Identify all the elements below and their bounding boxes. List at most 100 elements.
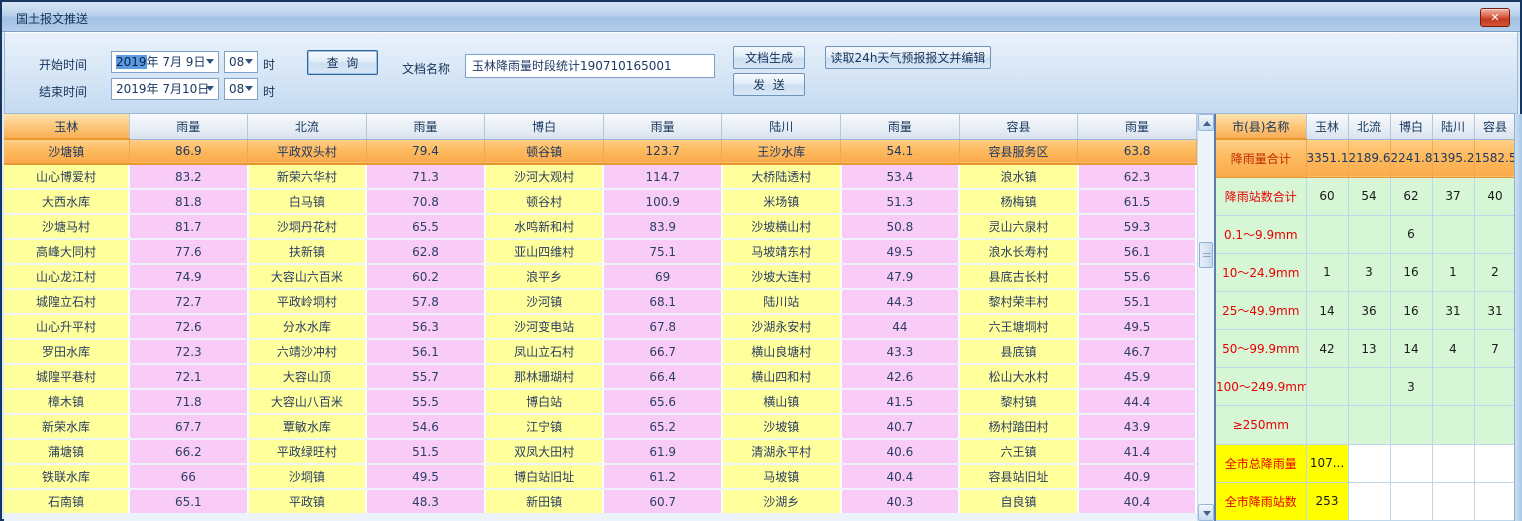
station-name-cell[interactable]: 沙河镇 — [485, 289, 604, 314]
rain-value-cell[interactable]: 46.7 — [1078, 339, 1197, 364]
rain-value-cell[interactable]: 71.3 — [366, 164, 485, 189]
rain-value-cell[interactable]: 61.9 — [603, 439, 722, 464]
rain-value-cell[interactable]: 56.3 — [366, 314, 485, 339]
station-name-cell[interactable]: 大西水库 — [4, 189, 129, 214]
summary-header-label[interactable]: 市(县)名称 — [1216, 114, 1306, 139]
rain-value-cell[interactable]: 86.9 — [129, 139, 248, 164]
station-name-cell[interactable]: 城隍立石村 — [4, 289, 129, 314]
station-name-cell[interactable]: 石南镇 — [4, 489, 129, 514]
rain-value-cell[interactable]: 69 — [603, 264, 722, 289]
station-name-cell[interactable]: 杨村踏田村 — [959, 414, 1078, 439]
rain-value-cell[interactable]: 65.1 — [129, 489, 248, 514]
rain-value-cell[interactable]: 60.7 — [603, 489, 722, 514]
station-name-cell[interactable]: 王沙水库 — [722, 139, 841, 164]
close-button[interactable]: ✕ — [1480, 8, 1510, 27]
column-header-city[interactable]: 容县 — [959, 114, 1078, 139]
station-name-cell[interactable]: 容县服务区 — [959, 139, 1078, 164]
station-name-cell[interactable]: 双凤大田村 — [485, 439, 604, 464]
station-name-cell[interactable]: 博白站旧址 — [485, 464, 604, 489]
rain-value-cell[interactable]: 51.5 — [366, 439, 485, 464]
station-name-cell[interactable]: 六王塘垌村 — [959, 314, 1078, 339]
rain-value-cell[interactable]: 54.6 — [366, 414, 485, 439]
rain-value-cell[interactable]: 83.9 — [603, 214, 722, 239]
summary-row[interactable]: 降雨站数合计6054623740 — [1216, 177, 1516, 215]
station-name-cell[interactable]: 县底古长村 — [959, 264, 1078, 289]
station-name-cell[interactable]: 水鸣新和村 — [485, 214, 604, 239]
summary-header-city[interactable]: 容县 — [1474, 114, 1516, 139]
rain-value-cell[interactable]: 40.4 — [1078, 489, 1197, 514]
rain-value-cell[interactable]: 55.6 — [1078, 264, 1197, 289]
rain-value-cell[interactable]: 56.1 — [366, 339, 485, 364]
rain-value-cell[interactable]: 40.3 — [841, 489, 960, 514]
station-name-cell[interactable]: 浪水镇 — [959, 164, 1078, 189]
station-name-cell[interactable]: 扶新镇 — [248, 239, 367, 264]
query-button[interactable]: 查 询 — [307, 50, 378, 75]
station-name-cell[interactable]: 马坡镇 — [722, 464, 841, 489]
rain-value-cell[interactable]: 55.5 — [366, 389, 485, 414]
summary-header-city[interactable]: 玉林 — [1306, 114, 1348, 139]
station-name-cell[interactable]: 亚山四维村 — [485, 239, 604, 264]
rain-value-cell[interactable]: 67.7 — [129, 414, 248, 439]
rain-value-cell[interactable]: 59.3 — [1078, 214, 1197, 239]
rain-value-cell[interactable]: 48.3 — [366, 489, 485, 514]
rain-value-cell[interactable]: 66 — [129, 464, 248, 489]
rain-value-cell[interactable]: 74.9 — [129, 264, 248, 289]
station-name-cell[interactable]: 米场镇 — [722, 189, 841, 214]
rain-value-cell[interactable]: 53.4 — [841, 164, 960, 189]
table-row[interactable]: 罗田水库72.3六靖沙冲村56.1凤山立石村66.7横山良塘村43.3县底镇46… — [4, 339, 1196, 364]
station-name-cell[interactable]: 平政镇 — [248, 489, 367, 514]
station-name-cell[interactable]: 灵山六泉村 — [959, 214, 1078, 239]
summary-row[interactable]: 100～249.9mm3 — [1216, 368, 1516, 406]
rain-value-cell[interactable]: 47.9 — [841, 264, 960, 289]
rain-value-cell[interactable]: 62.8 — [366, 239, 485, 264]
station-name-cell[interactable]: 横山镇 — [722, 389, 841, 414]
rain-value-cell[interactable]: 114.7 — [603, 164, 722, 189]
station-name-cell[interactable]: 新荣六华村 — [248, 164, 367, 189]
rain-value-cell[interactable]: 83.2 — [129, 164, 248, 189]
station-name-cell[interactable]: 沙湖乡 — [722, 489, 841, 514]
read-forecast-button[interactable]: 读取24h天气预报报文并编辑 — [825, 46, 991, 69]
station-name-cell[interactable]: 杨梅镇 — [959, 189, 1078, 214]
table-row[interactable]: 樟木镇71.8大容山八百米55.5博白站65.6横山镇41.5黎村镇44.4 — [4, 389, 1196, 414]
chevron-down-icon[interactable] — [206, 59, 214, 64]
rain-value-cell[interactable]: 72.6 — [129, 314, 248, 339]
table-row[interactable]: 山心升平村72.6分水水库56.3沙河变电站67.8沙湖永安村44六王塘垌村49… — [4, 314, 1196, 339]
rain-value-cell[interactable]: 68.1 — [603, 289, 722, 314]
summary-row[interactable]: 降雨量合计3351.12189.62241.81395.21582.5 — [1216, 139, 1516, 177]
station-name-cell[interactable]: 浪水长寿村 — [959, 239, 1078, 264]
rain-value-cell[interactable]: 71.8 — [129, 389, 248, 414]
station-name-cell[interactable]: 沙湖永安村 — [722, 314, 841, 339]
rain-value-cell[interactable]: 65.2 — [603, 414, 722, 439]
column-header-city[interactable]: 北流 — [248, 114, 367, 139]
station-name-cell[interactable]: 蒲塘镇 — [4, 439, 129, 464]
station-name-cell[interactable]: 沙河大观村 — [485, 164, 604, 189]
summary-row[interactable]: ≥250mm — [1216, 406, 1516, 444]
table-row[interactable]: 石南镇65.1平政镇48.3新田镇60.7沙湖乡40.3自良镇40.4 — [4, 489, 1196, 514]
rain-value-cell[interactable]: 81.7 — [129, 214, 248, 239]
rain-value-cell[interactable]: 51.3 — [841, 189, 960, 214]
rain-value-cell[interactable]: 65.5 — [366, 214, 485, 239]
station-name-cell[interactable]: 山心升平村 — [4, 314, 129, 339]
rain-value-cell[interactable]: 55.1 — [1078, 289, 1197, 314]
rain-value-cell[interactable]: 66.7 — [603, 339, 722, 364]
summary-row[interactable]: 全市降雨站数253 — [1216, 482, 1516, 520]
table-row[interactable]: 新荣水库67.7覃敏水库54.6江宁镇65.2沙坡镇40.7杨村踏田村43.9 — [4, 414, 1196, 439]
rain-value-cell[interactable]: 72.1 — [129, 364, 248, 389]
station-name-cell[interactable]: 山心博爱村 — [4, 164, 129, 189]
station-name-cell[interactable]: 城隍平巷村 — [4, 364, 129, 389]
rain-value-cell[interactable]: 42.6 — [841, 364, 960, 389]
summary-row[interactable]: 25～49.9mm1436163131 — [1216, 292, 1516, 330]
column-header-rain[interactable]: 雨量 — [129, 114, 248, 139]
rain-value-cell[interactable]: 54.1 — [841, 139, 960, 164]
station-name-cell[interactable]: 横山良塘村 — [722, 339, 841, 364]
rain-value-cell[interactable]: 41.5 — [841, 389, 960, 414]
summary-row[interactable]: 10～24.9mm131612 — [1216, 253, 1516, 291]
station-name-cell[interactable]: 覃敏水库 — [248, 414, 367, 439]
station-name-cell[interactable]: 六王镇 — [959, 439, 1078, 464]
rain-value-cell[interactable]: 44 — [841, 314, 960, 339]
table-row[interactable]: 蒲塘镇66.2平政绿旺村51.5双凤大田村61.9清湖永平村40.6六王镇41.… — [4, 439, 1196, 464]
station-name-cell[interactable]: 县底镇 — [959, 339, 1078, 364]
scroll-up-button[interactable] — [1198, 114, 1214, 131]
station-name-cell[interactable]: 白马镇 — [248, 189, 367, 214]
column-header-rain[interactable]: 雨量 — [603, 114, 722, 139]
